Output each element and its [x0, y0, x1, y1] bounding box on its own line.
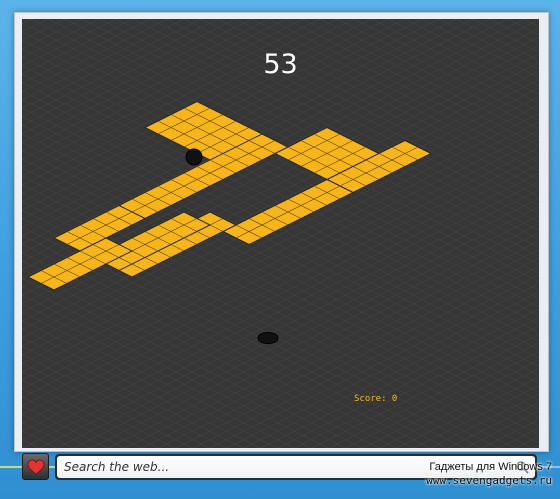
game-area[interactable]: 53 Score: 0 [22, 19, 539, 448]
player-ball [185, 148, 203, 166]
watermark-title: Гаджеты для Windows 7 [429, 461, 552, 473]
heart-icon [27, 459, 44, 475]
search-input[interactable] [64, 458, 364, 476]
track-segment [221, 178, 355, 246]
game-board[interactable] [22, 19, 539, 448]
watermark-url: www.sevengadgets.ru [426, 474, 552, 487]
watermark: Гаджеты для Windows 7 www.sevengadgets.r… [426, 460, 552, 488]
countdown-counter: 53 [263, 49, 298, 80]
favorite-button[interactable] [22, 453, 49, 480]
hole-marker [257, 332, 279, 344]
score-display: Score: 0 [354, 394, 398, 404]
